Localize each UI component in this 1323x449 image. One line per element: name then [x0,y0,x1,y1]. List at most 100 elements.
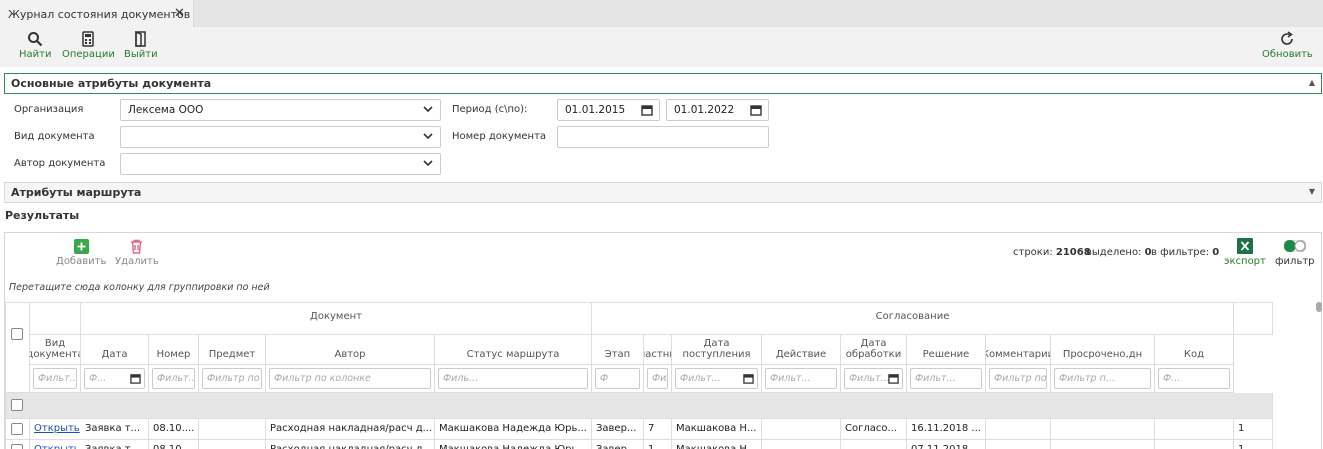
column-header[interactable]: Автор [266,335,435,365]
org-value: Лексема ООО [128,104,204,116]
filter-cell: Филь... [435,365,592,393]
table-cell: 1 [1234,419,1273,440]
scroll-indicator[interactable] [1316,302,1322,312]
refresh-button[interactable]: Обновить [1262,31,1313,60]
filter-label: фильтр [1275,256,1315,267]
column-filter-input[interactable]: Фильт... [765,368,837,389]
tab-bar: Журнал состояния документов ✕ [0,0,1323,27]
column-filter-input[interactable]: Фильтр по к... [647,368,668,389]
open-link[interactable]: Открыть [30,419,81,440]
row-checkbox[interactable] [11,444,23,449]
column-header[interactable]: Комментарии [986,335,1051,365]
add-button[interactable]: Добавить [56,239,106,267]
column-header[interactable]: Дата обработки [841,335,907,365]
select-all-checkbox[interactable] [11,328,23,340]
delete-button[interactable]: Удалить [115,239,159,267]
results-grid: Добавить Удалить строки: 21068 выделено:… [4,232,1322,449]
column-filter-input[interactable]: Фильт... [675,368,758,389]
row-checkbox[interactable] [11,399,23,411]
tab-document-journal[interactable]: Журнал состояния документов ✕ [0,0,194,27]
chevron-down-icon [423,160,433,167]
filter-toggle[interactable]: фильтр [1275,240,1315,267]
column-header[interactable]: Номер [149,335,199,365]
column-header[interactable]: Решение [907,335,986,365]
table-cell [199,440,266,449]
route-attributes-panel-header[interactable]: Атрибуты маршрута ▼ [4,182,1322,203]
column-header[interactable]: Дата поступления [672,335,762,365]
refresh-label: Обновить [1262,49,1313,60]
table-cell: Макшакова Н... [672,419,762,440]
calendar-icon[interactable] [130,373,141,384]
add-icon [73,239,89,254]
tab-title: Журнал состояния документов [8,8,191,21]
table-cell: 08.10.... [149,440,199,449]
column-filter-input[interactable]: Фильтр по колонке [269,368,431,389]
column-filter-input[interactable]: Филь... [438,368,588,389]
add-label: Добавить [56,256,107,267]
column-header[interactable]: Просрочено,дн [1051,335,1155,365]
table-cell: Завер... [592,440,644,449]
table-cell [986,419,1051,440]
toggle-switch-icon [1283,240,1306,252]
column-filter-input[interactable]: Фильт... [844,368,903,389]
main-attributes-panel-header[interactable]: Основные атрибуты документа ▲ [4,73,1322,94]
column-filter-input[interactable]: Фильтр по кол... [989,368,1047,389]
calendar-icon[interactable] [750,104,762,116]
doctype-select[interactable] [120,126,441,148]
table-cell [1051,419,1155,440]
expand-caret-icon[interactable]: ▼ [1309,187,1315,196]
table-cell [1155,440,1234,449]
docnum-input[interactable] [557,126,769,148]
filter-cell: Фильтр п... [1051,365,1155,393]
column-filter-input[interactable]: Ф... [84,368,145,389]
column-header[interactable]: Предмет [199,335,266,365]
author-select[interactable] [120,153,441,175]
close-icon[interactable]: ✕ [174,6,185,21]
group-row [5,393,1273,419]
group-header-document: Документ [81,302,592,335]
exit-button[interactable]: Выйти [124,31,158,60]
column-header[interactable]: Действие [762,335,841,365]
table-cell: Макшакова Надежда Юрь... [435,419,592,440]
column-filter-input[interactable]: Фильтр п... [1054,368,1151,389]
column-header[interactable]: Этап [592,335,644,365]
row-checkbox[interactable] [11,423,23,435]
collapse-caret-icon[interactable]: ▲ [1309,78,1315,87]
org-select[interactable]: Лексема ООО [120,99,441,121]
export-button[interactable]: экспорт [1224,238,1266,267]
calendar-icon[interactable] [743,373,754,384]
column-filter-input[interactable]: Ф [595,368,640,389]
trash-icon [131,239,143,254]
column-filter-input[interactable]: Фильт... [152,368,195,389]
rows-count: строки: 21068 [1013,247,1091,258]
column-header[interactable]: Дата [81,335,149,365]
search-icon [28,32,43,47]
column-filter-input[interactable]: Фильт... [910,368,982,389]
open-link[interactable]: Открыть [30,440,81,449]
operations-button[interactable]: Операции [62,31,115,60]
filter-cell: Фильт... [762,365,841,393]
export-label: экспорт [1224,256,1266,267]
date-from-input[interactable]: 01.01.2015 [557,99,660,121]
calendar-icon[interactable] [641,104,653,116]
column-header[interactable]: Участник [644,335,672,365]
column-header[interactable]: Вид документа [30,335,81,365]
column-header[interactable]: Статус маршрута [435,335,592,365]
filter-cell: Фильтр по колонке [199,365,266,393]
filter-cell: Фильт... [30,365,81,393]
column-header[interactable]: Код [1155,335,1234,365]
doctype-label: Вид документа [14,131,95,142]
find-button[interactable]: Найти [19,31,51,60]
date-to-input[interactable]: 01.01.2022 [666,99,769,121]
exit-label: Выйти [124,49,158,60]
org-label: Организация [14,104,84,115]
table-cell: Макшакова Надежда Юрь... [435,440,592,449]
column-filter-input[interactable]: Фильтр по колонке [202,368,262,389]
excel-icon [1236,238,1253,254]
calendar-icon[interactable] [888,373,899,384]
column-filter-input[interactable]: Ф... [1158,368,1230,389]
table-row [5,440,30,449]
column-filter-input[interactable]: Фильт... [33,368,77,389]
filter-cell: Фильтр по к... [644,365,672,393]
table-cell [762,440,841,449]
